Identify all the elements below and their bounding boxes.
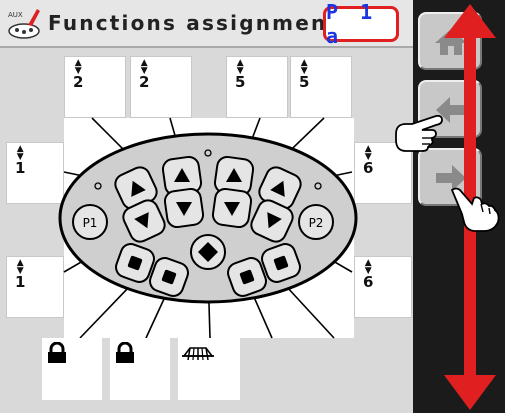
p1-button[interactable]: P1 [72,204,108,240]
slot-bottom-1[interactable] [42,338,102,400]
harrow-icon [182,347,214,361]
slot-bottom-3[interactable] [178,338,240,400]
slot-bottom-2[interactable] [110,338,170,400]
p2-button[interactable]: P2 [298,204,334,240]
lock-icon [116,342,134,363]
lock-icon [48,342,66,363]
pointer-hand-icon [450,187,500,232]
p2-label: P2 [309,216,324,230]
center-diamond-button[interactable] [190,234,226,270]
main-screen: AUX Functions assignment P 1 a ▲ ▼ 2 ▲ ▼ 2 ▲… [0,0,413,413]
rocker-2[interactable] [161,155,205,229]
rocker-3[interactable] [211,155,255,229]
pointer-hand-icon [395,114,443,152]
p1-label: P1 [83,216,98,230]
